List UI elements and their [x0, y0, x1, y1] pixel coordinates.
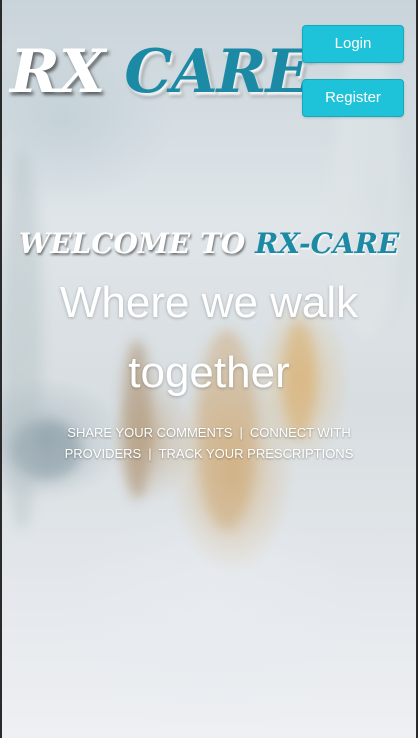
hero-tagline: Where we walk together: [59, 278, 359, 397]
register-button[interactable]: Register: [302, 79, 404, 117]
welcome-brand-text: RX-CARE: [254, 227, 400, 260]
feature-track-prescriptions: TRACK YOUR PRESCRIPTIONS: [158, 446, 354, 461]
landing-page: RX CARE Login Register WELCOME TO RX-CAR…: [2, 0, 416, 738]
welcome-heading: WELCOME TO RX-CARE: [2, 222, 416, 266]
feature-separator: |: [239, 425, 243, 440]
feature-share-comments: SHARE YOUR COMMENTS: [67, 425, 233, 440]
welcome-text: WELCOME TO: [18, 227, 246, 260]
feature-separator: |: [148, 446, 152, 461]
logo-care-text: CARE: [124, 37, 311, 107]
feature-list: SHARE YOUR COMMENTS | CONNECT WITH PROVIDE…: [12, 422, 406, 464]
logo-rx-text: RX: [10, 37, 105, 107]
rx-care-logo[interactable]: RX CARE: [10, 36, 311, 108]
login-button[interactable]: Login: [302, 25, 404, 63]
